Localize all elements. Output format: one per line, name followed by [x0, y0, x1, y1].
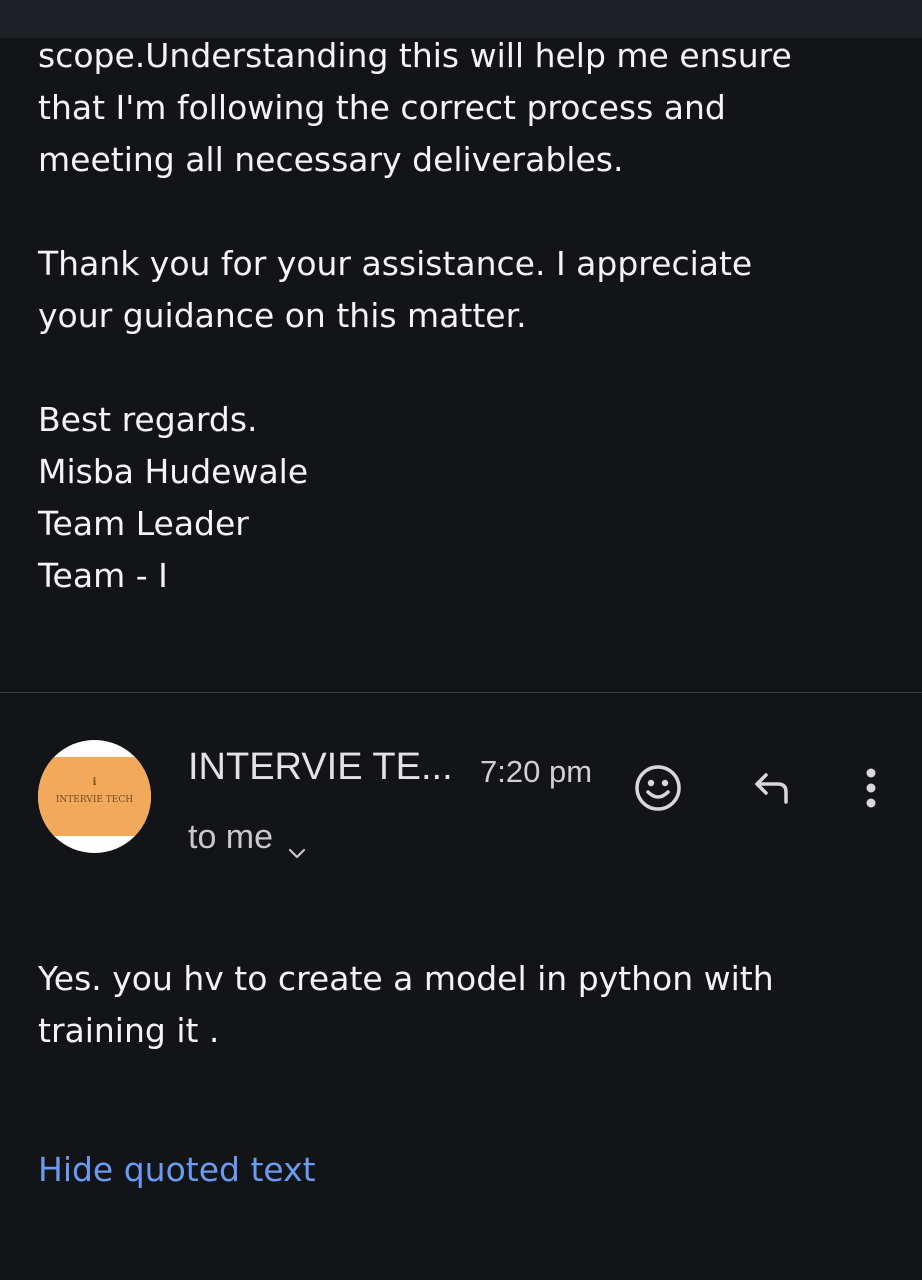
- hide-quoted-text-link[interactable]: Hide quoted text: [38, 1144, 316, 1196]
- signature-team: Team - I: [38, 556, 168, 595]
- body-line: training it .: [38, 1011, 220, 1050]
- signature-closing: Best regards.: [38, 400, 258, 439]
- body-line: meeting all necessary deliverables.: [38, 140, 624, 179]
- body-line: that I'm following the correct process a…: [38, 88, 726, 127]
- body-line: Thank you for your assistance. I appreci…: [38, 244, 753, 283]
- body-line: Yes. you hv to create a model in python …: [38, 959, 774, 998]
- signature-name: Misba Hudewale: [38, 452, 309, 491]
- body-line: scope.Understanding this will help me en…: [38, 36, 792, 75]
- more-vert-icon: [863, 766, 879, 814]
- reply-button[interactable]: [744, 762, 800, 818]
- signature-title: Team Leader: [38, 504, 249, 543]
- avatar-logo-text: INTERVIE TECH: [55, 795, 134, 805]
- previous-message-body: scope.Understanding this will help me en…: [38, 30, 898, 602]
- more-options-button[interactable]: [846, 762, 896, 818]
- message-divider: [0, 692, 922, 693]
- sender-avatar[interactable]: i INTERVIE TECH: [38, 740, 151, 853]
- avatar-logo-initial: i: [92, 777, 97, 788]
- message-body: Yes. you hv to create a model in python …: [38, 953, 898, 1057]
- add-reaction-button[interactable]: [630, 762, 686, 818]
- sender-name[interactable]: INTERVIE TE...: [188, 746, 453, 789]
- recipient-label: to me: [188, 818, 274, 856]
- smiley-face-icon: [633, 763, 683, 817]
- body-line: your guidance on this matter.: [38, 296, 527, 335]
- reply-arrow-icon: [748, 768, 796, 812]
- recipient-details-toggle[interactable]: to me: [188, 818, 307, 858]
- chevron-down-icon: [287, 831, 307, 858]
- message-time: 7:20 pm: [480, 754, 593, 789]
